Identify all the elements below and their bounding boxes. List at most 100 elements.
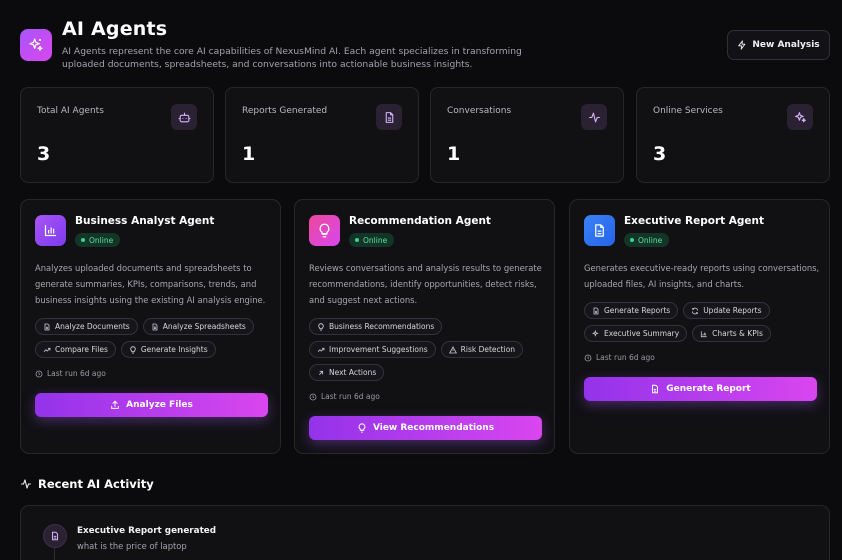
status-badge: Online bbox=[75, 233, 121, 247]
tag-label: Generate Insights bbox=[140, 345, 208, 354]
status-dot bbox=[630, 238, 634, 242]
recent-activity-panel: Executive Report generated what is the p… bbox=[20, 505, 830, 560]
stat-card-conversations: Conversations 1 bbox=[430, 87, 624, 183]
tag-label: Risk Detection bbox=[460, 345, 516, 354]
agent-card-executive-report: Executive Report Agent Online Generates … bbox=[569, 199, 830, 454]
tag-analyze-documents[interactable]: Analyze Documents bbox=[35, 318, 138, 335]
status-dot bbox=[81, 238, 85, 242]
tag-business-recommendations[interactable]: Business Recommendations bbox=[309, 318, 443, 335]
stats-row: Total AI Agents 3 Reports Generated 1 Co… bbox=[20, 87, 830, 183]
status-badge: Online bbox=[349, 233, 395, 247]
last-run-label: Last run 6d ago bbox=[596, 353, 655, 362]
tag-label: Next Actions bbox=[329, 368, 377, 377]
tag-label: Analyze Spreadsheets bbox=[162, 322, 246, 331]
trend-icon bbox=[317, 346, 325, 354]
stat-value: 3 bbox=[653, 143, 667, 165]
stat-card-online-services: Online Services 3 bbox=[636, 87, 830, 183]
bot-icon bbox=[171, 104, 197, 130]
tag-charts-kpis[interactable]: Charts & KPIs bbox=[692, 325, 771, 342]
generate-report-button[interactable]: Generate Report bbox=[584, 377, 817, 401]
stat-card-total-agents: Total AI Agents 3 bbox=[20, 87, 214, 183]
tag-generate-insights[interactable]: Generate Insights bbox=[120, 341, 216, 358]
agent-name: Business Analyst Agent bbox=[75, 215, 215, 227]
timeline-line bbox=[54, 548, 55, 560]
tag-improvement-suggestions[interactable]: Improvement Suggestions bbox=[309, 341, 436, 358]
activity-subtitle: what is the price of laptop bbox=[77, 541, 187, 551]
tag-label: Update Reports bbox=[703, 306, 762, 315]
tag-risk-detection[interactable]: Risk Detection bbox=[440, 341, 524, 358]
lightbulb-icon bbox=[309, 215, 340, 246]
analyze-files-button[interactable]: Analyze Files bbox=[35, 393, 268, 417]
view-recommendations-button[interactable]: View Recommendations bbox=[309, 416, 542, 440]
clock-icon bbox=[309, 393, 317, 401]
tag-update-reports[interactable]: Update Reports bbox=[683, 302, 770, 319]
agent-description: Reviews conversations and analysis resul… bbox=[309, 263, 542, 305]
refresh-icon bbox=[691, 307, 699, 315]
status-dot bbox=[355, 238, 359, 242]
tag-next-actions[interactable]: Next Actions bbox=[309, 364, 385, 381]
document-icon bbox=[650, 384, 660, 394]
document-icon bbox=[592, 307, 600, 315]
activity-title[interactable]: Executive Report generated bbox=[77, 526, 216, 536]
stat-value: 1 bbox=[447, 143, 461, 165]
activity-icon bbox=[581, 104, 607, 130]
lightbulb-icon bbox=[317, 322, 325, 331]
recent-activity-heading: Recent AI Activity bbox=[20, 477, 154, 491]
button-label: Generate Report bbox=[666, 384, 751, 394]
button-label: View Recommendations bbox=[372, 423, 495, 433]
sparkles-icon bbox=[592, 329, 600, 338]
capability-tags: Generate Reports Update Reports Executiv… bbox=[584, 302, 820, 342]
trend-icon bbox=[43, 346, 51, 354]
new-analysis-button[interactable]: New Analysis bbox=[727, 30, 830, 60]
agent-card-recommendation: Recommendation Agent Online Reviews conv… bbox=[294, 199, 555, 454]
upload-icon bbox=[110, 400, 120, 410]
last-run: Last run 6d ago bbox=[584, 353, 655, 362]
capability-tags: Analyze Documents Analyze Spreadsheets C… bbox=[35, 318, 271, 358]
status-badge: Online bbox=[624, 233, 670, 247]
status-label: Online bbox=[89, 235, 114, 245]
sparkles-icon bbox=[20, 29, 52, 61]
bar-chart-icon bbox=[35, 215, 66, 246]
activity-icon bbox=[20, 478, 32, 490]
agent-name: Executive Report Agent bbox=[624, 215, 765, 227]
tag-compare-files[interactable]: Compare Files bbox=[35, 341, 116, 358]
new-analysis-label: New Analysis bbox=[752, 40, 820, 50]
status-label: Online bbox=[363, 235, 388, 245]
tag-label: Business Recommendations bbox=[329, 322, 435, 331]
capability-tags: Business Recommendations Improvement Sug… bbox=[309, 318, 545, 381]
last-run: Last run 6d ago bbox=[309, 392, 380, 401]
page-title: AI Agents bbox=[62, 18, 168, 40]
stat-card-reports: Reports Generated 1 bbox=[225, 87, 419, 183]
last-run: Last run 6d ago bbox=[35, 369, 106, 378]
tag-label: Generate Reports bbox=[604, 306, 671, 315]
agent-description: Generates executive-ready reports using … bbox=[584, 263, 820, 289]
tag-label: Executive Summary bbox=[604, 329, 680, 338]
last-run-label: Last run 6d ago bbox=[321, 392, 380, 401]
tag-label: Analyze Documents bbox=[55, 322, 130, 331]
document-icon bbox=[43, 323, 51, 331]
agent-card-business-analyst: Business Analyst Agent Online Analyzes u… bbox=[20, 199, 281, 454]
tag-label: Compare Files bbox=[55, 345, 108, 354]
document-icon bbox=[43, 524, 67, 548]
tag-label: Improvement Suggestions bbox=[329, 345, 428, 354]
clock-icon bbox=[584, 354, 592, 362]
lightbulb-icon bbox=[357, 423, 367, 433]
tag-executive-summary[interactable]: Executive Summary bbox=[584, 325, 688, 342]
stat-label: Online Services bbox=[653, 106, 723, 116]
spreadsheet-icon bbox=[151, 323, 159, 331]
page-description: AI Agents represent the core AI capabili… bbox=[62, 46, 522, 70]
warning-icon bbox=[448, 345, 457, 354]
tag-generate-reports[interactable]: Generate Reports bbox=[584, 302, 679, 319]
document-icon bbox=[376, 104, 402, 130]
button-label: Analyze Files bbox=[126, 400, 193, 410]
agent-name: Recommendation Agent bbox=[349, 215, 491, 227]
agent-description: Analyzes uploaded documents and spreadsh… bbox=[35, 263, 266, 305]
zap-icon bbox=[737, 40, 747, 50]
page-header: AI Agents AI Agents represent the core A… bbox=[20, 18, 830, 74]
tag-analyze-spreadsheets[interactable]: Analyze Spreadsheets bbox=[142, 318, 254, 335]
section-title: Recent AI Activity bbox=[38, 477, 154, 491]
stat-label: Reports Generated bbox=[242, 106, 328, 116]
stat-label: Total AI Agents bbox=[37, 106, 104, 116]
document-icon bbox=[584, 215, 615, 246]
bar-chart-icon bbox=[700, 330, 708, 338]
